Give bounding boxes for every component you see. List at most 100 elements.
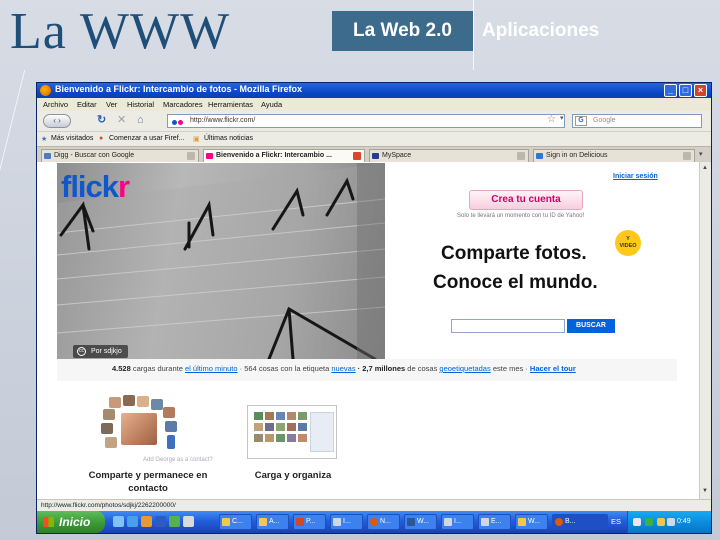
tab-label: Digg - Buscar con Google <box>54 152 135 159</box>
vertical-scrollbar[interactable]: ▲ ▼ <box>699 162 711 499</box>
minimize-button[interactable]: _ <box>664 84 677 97</box>
create-account-button[interactable]: Crea tu cuenta <box>469 190 583 210</box>
flickr-logo[interactable]: flickr <box>61 169 130 205</box>
bookmark-ultimas-noticias[interactable]: Últimas noticias <box>204 135 253 142</box>
signup-note: Solo te llevará un momento con tu ID de … <box>457 213 585 219</box>
menu-herramientas[interactable]: Herramientas <box>208 100 253 109</box>
tab-list-icon[interactable]: ▾ <box>699 150 703 158</box>
url-dropdown-icon[interactable]: ▾ <box>560 114 564 122</box>
tab-close-icon[interactable] <box>517 152 525 160</box>
star-icon: ★ <box>41 136 48 143</box>
powerpoint-icon <box>296 518 304 526</box>
bookmark-star-icon[interactable]: ☆ <box>547 114 556 125</box>
flickr-favicon-icon <box>172 118 183 130</box>
tray-app-icon[interactable] <box>657 518 665 526</box>
creative-commons-icon: cc <box>77 347 86 356</box>
slide-tab-web20[interactable]: La Web 2.0 <box>332 11 473 51</box>
firefox-bookmark-icon: ● <box>99 135 104 142</box>
upload-stats: 4.528 cargas durante el último minuto · … <box>112 364 576 373</box>
firefox-window: Bienvenido a Flickr: Intercambio de foto… <box>36 82 712 534</box>
tab-label: Sign in on Delicious <box>546 152 608 159</box>
maximize-button[interactable]: □ <box>679 84 692 97</box>
tab-strip: Digg - Buscar con Google Bienvenido a Fl… <box>37 146 711 162</box>
flickr-search-button[interactable]: BUSCAR <box>567 319 615 333</box>
add-contact-hint: Add George as a contact? <box>143 457 213 463</box>
slide-separator <box>473 0 474 70</box>
taskbar-button[interactable]: E... <box>478 514 511 530</box>
windows-logo-icon <box>43 517 54 527</box>
window-icon <box>481 518 489 526</box>
tab-delicious[interactable]: Sign in on Delicious <box>533 149 695 162</box>
taskbar-button[interactable]: C... <box>219 514 252 530</box>
tab-myspace[interactable]: MySpace <box>369 149 529 162</box>
home-icon[interactable]: ⌂ <box>137 115 144 126</box>
quicklaunch-app-icon[interactable] <box>183 516 194 527</box>
bookmark-mas-visitados[interactable]: Más visitados <box>51 135 93 142</box>
menu-historial[interactable]: Historial <box>127 100 154 109</box>
menu-ayuda[interactable]: Ayuda <box>261 100 282 109</box>
back-forward-buttons[interactable]: ‹ › <box>43 114 71 128</box>
tab-close-icon[interactable] <box>683 152 691 160</box>
bookmarks-toolbar: ★ Más visitados ● Comenzar a usar Firef.… <box>37 131 711 146</box>
firefox-icon <box>555 518 563 526</box>
rss-icon: ▣ <box>193 136 200 143</box>
tab-close-icon[interactable] <box>353 152 361 160</box>
headline-meet-world: Conoce el mundo. <box>433 272 598 293</box>
tab-close-icon[interactable] <box>187 152 195 160</box>
last-minute-link[interactable]: el último minuto <box>185 364 238 373</box>
url-bar[interactable]: http://www.flickr.com/ <box>167 114 565 128</box>
quicklaunch-desktop-icon[interactable] <box>113 516 124 527</box>
myspace-favicon-icon <box>372 153 379 159</box>
quicklaunch-app-icon[interactable] <box>169 516 180 527</box>
login-link[interactable]: Iniciar sesión <box>613 173 658 180</box>
slide-tab-aplicaciones[interactable]: Aplicaciones <box>482 11 599 51</box>
taskbar-button[interactable]: I... <box>441 514 474 530</box>
start-button[interactable]: Inicio <box>37 511 105 533</box>
firefox-icon <box>370 518 378 526</box>
scroll-up-icon[interactable]: ▲ <box>702 165 708 171</box>
search-input[interactable]: G Google <box>572 114 702 128</box>
window-title: Bienvenido a Flickr: Intercambio de foto… <box>55 84 303 94</box>
photo-credit-badge[interactable]: cc Por sdjkjo <box>73 345 128 358</box>
folder-icon <box>222 518 230 526</box>
take-tour-link[interactable]: Hacer el tour <box>530 364 576 373</box>
taskbar-button[interactable]: W... <box>404 514 437 530</box>
clock: 0:49 <box>677 518 691 525</box>
language-indicator[interactable]: ES <box>611 517 621 526</box>
menu-editar[interactable]: Editar <box>77 100 97 109</box>
geotagged-link[interactable]: geoetiquetadas <box>439 364 490 373</box>
taskbar-button[interactable]: N... <box>367 514 400 530</box>
menu-archivo[interactable]: Archivo <box>43 100 68 109</box>
taskbar-button[interactable]: P... <box>293 514 326 530</box>
quicklaunch-ie-icon[interactable] <box>127 516 138 527</box>
quicklaunch-media-icon[interactable] <box>141 516 152 527</box>
folder-icon <box>259 518 267 526</box>
contacts-collage-image[interactable] <box>101 395 181 459</box>
word-icon <box>407 518 415 526</box>
reload-icon[interactable]: ↻ <box>97 115 106 126</box>
window-titlebar[interactable]: Bienvenido a Flickr: Intercambio de foto… <box>37 83 711 98</box>
menu-ver[interactable]: Ver <box>106 100 117 109</box>
flickr-search-input[interactable] <box>451 319 565 333</box>
window-icon <box>444 518 452 526</box>
tray-volume-icon[interactable] <box>667 518 675 526</box>
taskbar-button[interactable]: W... <box>515 514 548 530</box>
stop-icon[interactable]: ✕ <box>117 115 126 126</box>
new-tag-link[interactable]: nuevas <box>331 364 355 373</box>
tab-digg[interactable]: Digg - Buscar con Google <box>41 149 199 162</box>
tray-network-icon[interactable] <box>633 518 641 526</box>
close-button[interactable]: × <box>694 84 707 97</box>
menu-marcadores[interactable]: Marcadores <box>163 100 203 109</box>
bookmark-comenzar[interactable]: Comenzar a usar Firef... <box>109 135 184 142</box>
quicklaunch-app-icon[interactable] <box>155 516 166 527</box>
organizer-screenshot-image[interactable] <box>247 405 337 459</box>
taskbar-button[interactable]: A... <box>256 514 289 530</box>
folder-icon <box>518 518 526 526</box>
headline-share-photos: Comparte fotos. <box>441 243 587 264</box>
taskbar-button[interactable]: I... <box>330 514 363 530</box>
tray-shield-icon[interactable] <box>645 518 653 526</box>
tab-flickr[interactable]: Bienvenido a Flickr: Intercambio ... <box>203 149 365 162</box>
scroll-down-icon[interactable]: ▼ <box>702 488 708 494</box>
taskbar-button-active[interactable]: B... <box>552 514 608 530</box>
google-engine-icon[interactable]: G <box>575 116 587 126</box>
